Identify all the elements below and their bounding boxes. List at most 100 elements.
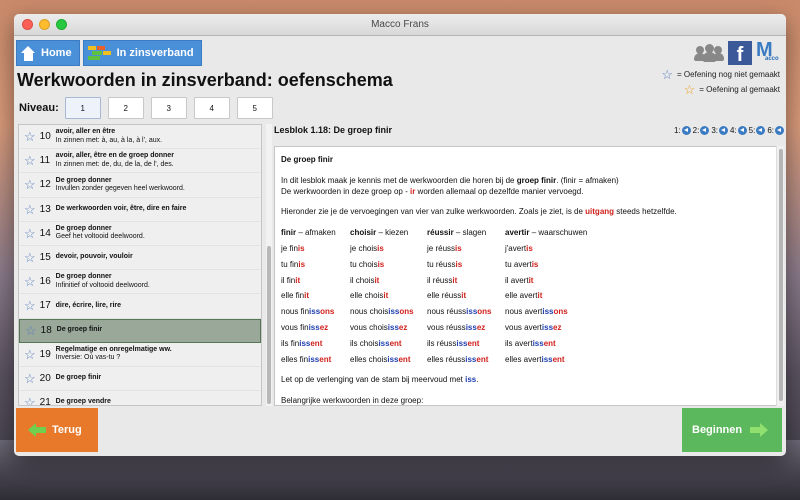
play-audio-icon[interactable] [681, 126, 691, 135]
conjugation-cell: tu réussis [427, 259, 463, 269]
conjugation-cell: elle avertit [505, 291, 543, 301]
lesson-content: De groep finir In dit lesblok maak je ke… [274, 146, 784, 406]
play-audio-icon[interactable] [775, 126, 784, 135]
star-outline-blue-icon: ☆ [24, 201, 36, 217]
lesson-item-15[interactable]: ☆ 15 devoir, pouvoir, vouloir [19, 245, 261, 271]
play-audio-icon[interactable] [737, 126, 747, 135]
audio-number: 5: [748, 126, 756, 135]
audio-item-1[interactable]: 1: [674, 126, 691, 135]
conjugation-cell: elle choisit [350, 291, 389, 301]
play-audio-icon[interactable] [700, 126, 710, 135]
verb-header-4: avertir – waarschuwen [505, 228, 588, 238]
lesson-panel: Lesblok 1.18: De groep finir 1: 2: 3: 4: 5: 6… [274, 124, 784, 406]
lesson-content-scrollbar[interactable] [776, 146, 784, 406]
level-5-button[interactable]: 5 [236, 97, 273, 119]
audio-item-5[interactable]: 5: [749, 126, 766, 135]
lesson-item-20[interactable]: ☆ 20 De groep finir [19, 366, 261, 392]
conjugation-cell: nous réussissons [427, 307, 492, 317]
lesson-title: avoir, aller, être en de groep donner [55, 152, 174, 160]
lesson-item-16[interactable]: ☆ 16 De groep donner Infinitief of voltooid… [19, 270, 261, 295]
intro-line-1: In dit lesblok maak je kennis met de wer… [281, 175, 619, 185]
lesson-item-19[interactable]: ☆ 19 Regelmatige en onregelmatige ww. Inver… [19, 342, 261, 367]
conjugation-cell: je choisis [350, 243, 384, 253]
audio-number: 4: [729, 126, 737, 135]
conjugation-cell: nous finissons [281, 307, 335, 317]
lesson-number: 19 [39, 348, 51, 360]
conjugation-cell: ils avertissent [505, 338, 556, 348]
lesson-item-17[interactable]: ☆ 17 dire, écrire, lire, rire [19, 294, 261, 319]
legend-done: = Oefening al gemaakt [699, 85, 780, 94]
conjugation-cell: ils finissent [281, 338, 323, 348]
lesson-title: De werkwoorden voir, être, dire en faire [55, 204, 187, 212]
intro-line-3: Hieronder zie je de vervoegingen van vie… [281, 207, 677, 217]
lesson-title: De groep finir [55, 374, 102, 382]
lesson-number: 15 [39, 252, 51, 264]
star-outline-blue-icon: ☆ [24, 250, 36, 266]
conjugation-cell: vous avertissez [505, 322, 562, 332]
macco-logo[interactable]: Macco [756, 40, 782, 66]
verb-header-3: réussir – slagen [427, 228, 487, 238]
lesson-item-14[interactable]: ☆ 14 De groep donner Geef het voltooid deel… [19, 221, 261, 246]
lesson-subtitle: In zinnen met: à, au, à la, à l', aux. [55, 136, 163, 144]
lesson-item-21[interactable]: ☆ 21 De groep vendre [19, 391, 261, 406]
level-2-button[interactable]: 2 [107, 97, 144, 119]
level-1-button[interactable]: 1 [64, 97, 101, 119]
conjugation-cell: vous choisissez [350, 322, 408, 332]
lesson-title: Regelmatige en onregelmatige ww. [55, 345, 172, 353]
play-audio-icon[interactable] [756, 126, 766, 135]
level-4-button[interactable]: 4 [193, 97, 230, 119]
conjugation-cell: nous avertissons [505, 307, 568, 317]
star-outline-blue-icon: ☆ [24, 225, 36, 241]
home-icon [21, 45, 36, 61]
users-icon[interactable] [694, 44, 724, 62]
lesson-subtitle: In zinnen met: de, du, de la, de l', des… [55, 160, 174, 168]
conjugation-cell: j'avertis [505, 243, 533, 253]
lesson-list-scrollbar[interactable] [266, 124, 272, 406]
lesson-number: 16 [39, 276, 51, 288]
star-outline-blue-icon: ☆ [24, 346, 36, 362]
audio-item-6[interactable]: 6: [767, 126, 784, 135]
back-button[interactable]: Terug [16, 408, 98, 452]
intro-line-2: De werkwoorden in deze groep op - ir wor… [281, 186, 584, 196]
conjugation-cell: ils choisissent [350, 338, 402, 348]
lesson-title: De groep donner [55, 273, 112, 281]
conjugation-cell: elles choisissent [350, 354, 411, 364]
lesson-title: De groep vendre [55, 398, 111, 406]
star-outline-blue-icon: ☆ [661, 67, 674, 82]
app-window: Macco Frans Home In zinsverband f M acco… [14, 14, 786, 456]
audio-item-4[interactable]: 4: [730, 126, 747, 135]
star-outline-blue-icon: ☆ [24, 177, 36, 193]
facebook-icon[interactable]: f [728, 41, 752, 65]
lesson-number: 11 [39, 155, 51, 167]
star-outline-orange-icon: ☆ [683, 82, 696, 97]
lesson-number: 13 [39, 203, 51, 215]
lesson-item-18[interactable]: ☆ 18 De groep finir [19, 318, 261, 343]
audio-item-2[interactable]: 2: [693, 126, 710, 135]
star-outline-blue-icon: ☆ [25, 323, 37, 339]
lesson-item-11[interactable]: ☆ 11 avoir, aller, être en de groep donner… [19, 149, 261, 174]
lesblok-title: Lesblok 1.18: De groep finir [274, 125, 393, 135]
level-3-button[interactable]: 3 [150, 97, 187, 119]
conjugation-cell: tu choisis [350, 259, 385, 269]
start-button[interactable]: Beginnen [682, 408, 782, 452]
in-zinsverband-button[interactable]: In zinsverband [82, 40, 202, 66]
play-audio-icon[interactable] [718, 126, 728, 135]
lesson-number: 18 [40, 325, 52, 337]
conjugation-cell: elles finissent [281, 354, 332, 364]
star-outline-blue-icon: ☆ [24, 370, 36, 386]
page-title: Werkwoorden in zinsverband: oefenschema [17, 70, 393, 90]
lesson-number: 14 [39, 227, 51, 239]
conjugation-cell: il avertit [505, 275, 534, 285]
home-button[interactable]: Home [16, 40, 80, 66]
lesson-item-13[interactable]: ☆ 13 De werkwoorden voir, être, dire en fa… [19, 197, 261, 222]
verb-header-1: finir – afmaken [281, 228, 336, 238]
lesson-item-12[interactable]: ☆ 12 De groep donner Invullen zonder gegeve… [19, 173, 261, 198]
lesson-number: 12 [39, 179, 51, 191]
lesson-number: 21 [39, 397, 51, 406]
conjugation-cell: il finit [281, 275, 301, 285]
conjugation-cell: je finis [281, 243, 305, 253]
audio-item-3[interactable]: 3: [711, 126, 728, 135]
lesson-subtitle: Infinitief of voltooid deelwoord. [55, 281, 150, 289]
lesson-item-10[interactable]: ☆ 10 avoir, aller en être In zinnen met: à,… [19, 125, 261, 150]
conjugation-table: finir – afmaken choisir – kiezen réussir –… [281, 228, 777, 365]
